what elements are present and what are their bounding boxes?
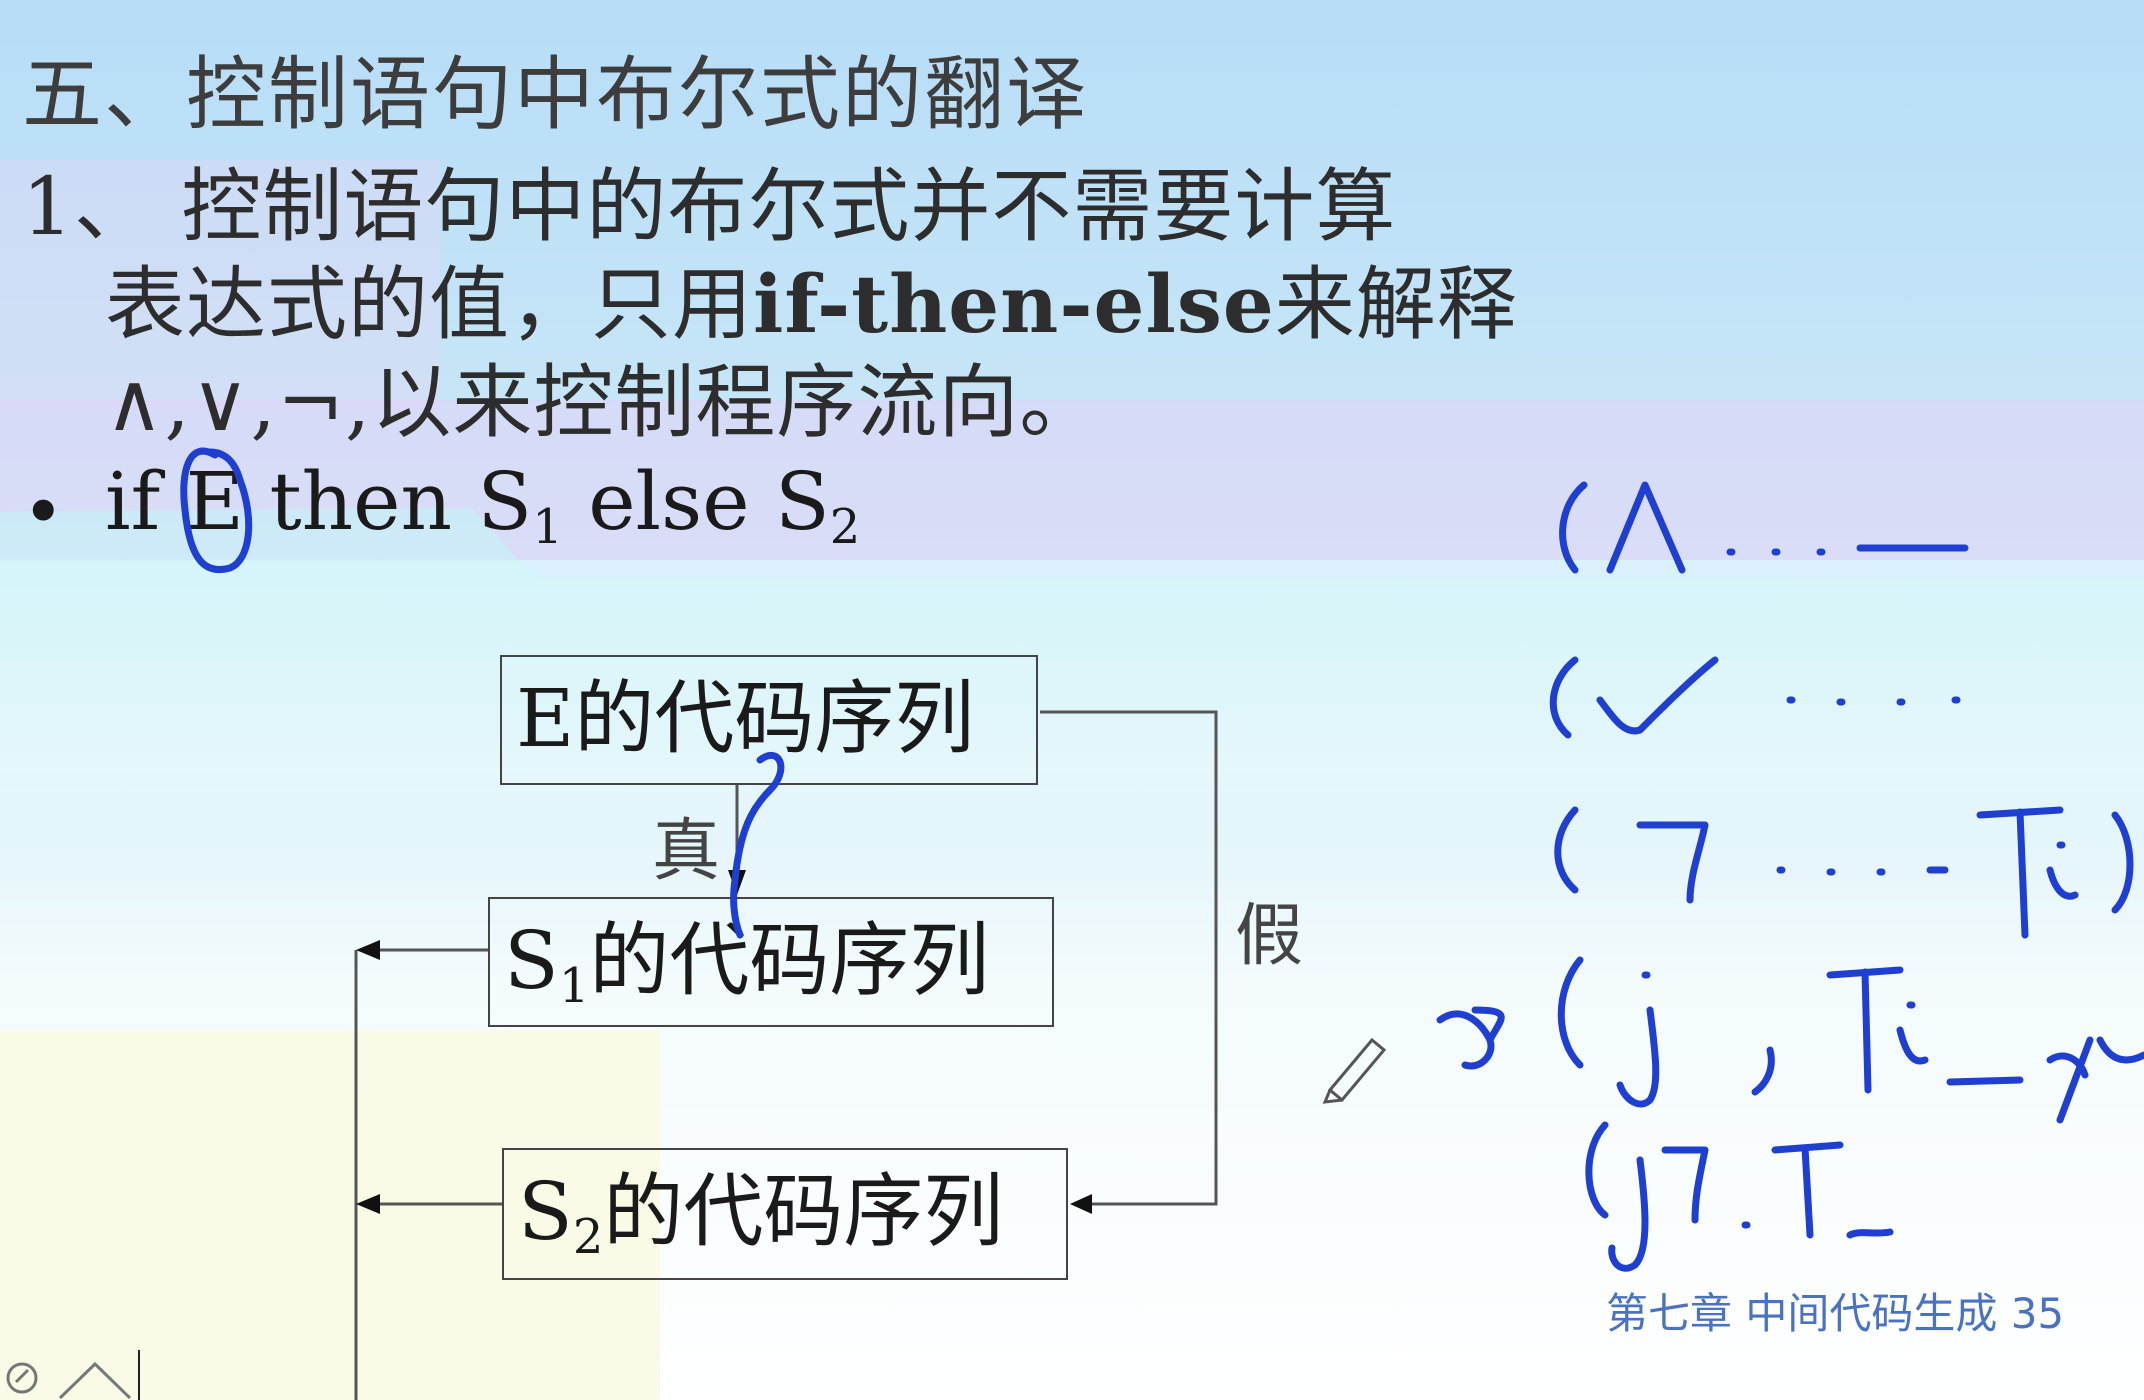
annotation-paren — [1559, 481, 1588, 574]
annotation-and — [1606, 481, 1686, 574]
annotation-xk — [2046, 1036, 2144, 1124]
annotation-paren — [1585, 1121, 1609, 1219]
slideshow-toolbar[interactable] — [0, 1350, 140, 1400]
arrow-left-icon — [1070, 1194, 1092, 1214]
annotation-x — [1436, 1006, 1505, 1070]
annotation-ti — [1976, 806, 2079, 939]
handwritten-annotations — [180, 447, 2144, 1272]
annotation-ti-2 — [1826, 966, 2024, 1094]
annotation-or — [1596, 656, 1719, 735]
annotation-dots — [1776, 866, 1949, 876]
slide-footer: 第七章 中间代码生成 35 — [1606, 1289, 2065, 1338]
annotation-stroke — [730, 751, 785, 939]
annotation-comma — [1751, 1046, 1775, 1096]
annotation-paren — [1557, 956, 1584, 1069]
annotation-t — [1771, 1141, 1894, 1239]
flow-connectors — [354, 710, 1218, 1400]
triangle-icon[interactable] — [58, 1361, 132, 1400]
pen-cursor-icon — [1322, 1037, 1387, 1104]
annotation-paren — [2111, 811, 2134, 914]
false-branch-line — [1040, 710, 1218, 1206]
annotation-j-2 — [1608, 1156, 1649, 1272]
annotation-paren — [1554, 806, 1579, 894]
annotation-not — [1636, 821, 1709, 904]
arrow-left-icon — [356, 940, 380, 960]
arrow-left-icon — [356, 1194, 380, 1214]
annotation-dots — [1786, 696, 1961, 706]
annotation-paren — [1549, 656, 1579, 739]
annotation-j — [1616, 971, 1660, 1108]
annotation-bracket — [1661, 1146, 1709, 1224]
circle-around-e — [180, 447, 253, 573]
annotation-dots — [1726, 544, 1969, 556]
pen-tool-icon[interactable] — [6, 1362, 38, 1394]
diagram-overlay — [180, 447, 2144, 1400]
